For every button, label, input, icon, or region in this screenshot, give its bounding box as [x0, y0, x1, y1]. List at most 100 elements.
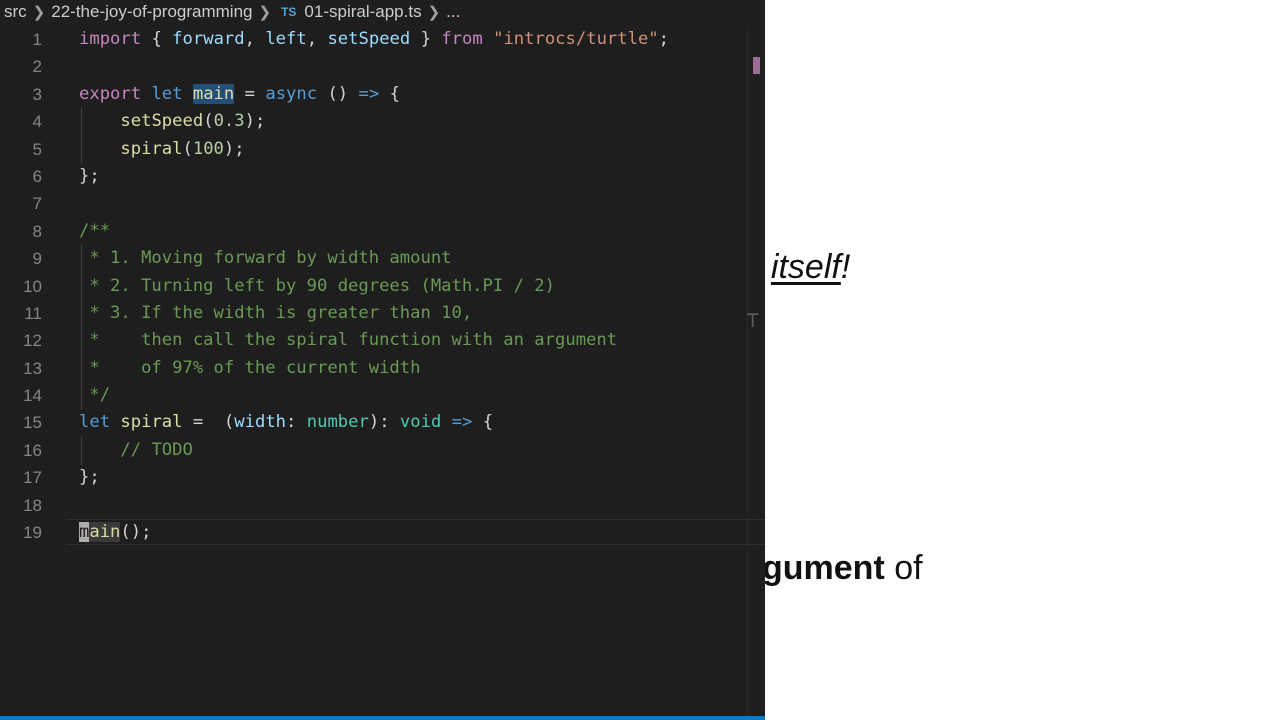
code-line[interactable]: 13 * of 97% of the current width: [0, 355, 765, 382]
token: );: [244, 111, 266, 132]
token: ,: [306, 29, 318, 49]
line-number: 3: [32, 84, 42, 104]
token: number: [306, 412, 369, 433]
token: };: [79, 165, 100, 186]
line-number: 18: [23, 495, 42, 515]
text-cursor: m: [79, 522, 90, 543]
token: async: [265, 83, 318, 104]
code-line[interactable]: 5 spiral(100);: [0, 136, 765, 163]
line-content-comment[interactable]: */: [79, 382, 110, 409]
token: left: [265, 29, 307, 49]
token: 0.3: [213, 111, 245, 132]
vertical-scrollbar[interactable]: [747, 26, 765, 716]
token: {: [151, 29, 162, 49]
code-line[interactable]: 14 */: [0, 382, 765, 409]
token: from: [441, 29, 483, 49]
status-bar-edge: [0, 716, 765, 720]
line-content[interactable]: spiral(100);: [79, 136, 244, 163]
slide-text-underlined: itself: [770, 248, 841, 286]
line-content[interactable]: import { forward, left, setSpeed } from …: [79, 26, 669, 53]
token: {: [389, 83, 400, 104]
line-number: 4: [32, 112, 42, 132]
token: setSpeed: [327, 29, 411, 49]
token: };: [79, 467, 100, 488]
line-content-comment[interactable]: /**: [79, 218, 110, 245]
line-number: 5: [32, 139, 42, 159]
token: export: [79, 83, 142, 104]
line-content[interactable]: };: [79, 464, 100, 491]
breadcrumb-symbols[interactable]: ...: [444, 2, 462, 22]
token-comment: // TODO: [120, 439, 193, 460]
token: =: [244, 83, 255, 104]
token: let: [151, 83, 183, 104]
token: ();: [120, 522, 152, 543]
line-content[interactable]: // TODO: [79, 437, 193, 464]
token: (: [203, 111, 214, 132]
code-line[interactable]: 12 * then call the spiral function with …: [0, 327, 765, 354]
line-content[interactable]: export let main = async () => {: [79, 81, 400, 108]
line-content-comment[interactable]: * 1. Moving forward by width amount: [79, 245, 451, 272]
code-line[interactable]: 8 /**: [0, 218, 765, 245]
line-number: 12: [23, 331, 42, 351]
token: (): [327, 83, 349, 104]
token: =: [192, 412, 204, 433]
breadcrumb-file[interactable]: 01-spiral-app.ts: [302, 2, 423, 22]
code-line[interactable]: 9 * 1. Moving forward by width amount: [0, 245, 765, 272]
code-line[interactable]: 3 export let main = async () => {: [0, 81, 765, 108]
code-line[interactable]: 6 };: [0, 163, 765, 190]
line-number: 1: [32, 30, 42, 49]
line-content[interactable]: setSpeed(0.3);: [79, 108, 265, 135]
line-number: 14: [23, 386, 42, 406]
slide-text-fragment: !: [840, 248, 851, 286]
token: }: [420, 29, 431, 49]
token: ):: [368, 412, 390, 433]
chevron-right-icon: ❯: [32, 4, 46, 21]
code-line[interactable]: 18: [0, 492, 765, 519]
overview-ruler-marker-icon: ⊤: [746, 308, 760, 333]
typescript-file-icon: TS: [281, 5, 297, 19]
code-line[interactable]: 7: [0, 190, 765, 217]
token: setSpeed: [120, 111, 204, 132]
breadcrumb-src[interactable]: src: [0, 2, 29, 22]
line-content-comment[interactable]: * of 97% of the current width: [79, 355, 420, 382]
token: (: [182, 138, 193, 159]
line-content-comment[interactable]: * then call the spiral function with an …: [79, 327, 617, 354]
line-number: 9: [32, 249, 42, 269]
token: (: [223, 412, 235, 433]
line-content[interactable]: };: [79, 163, 100, 190]
token: =>: [358, 83, 380, 104]
line-content[interactable]: main();: [79, 519, 151, 546]
code-editor[interactable]: src ❯ 22-the-joy-of-programming ❯ TS 01-…: [0, 0, 765, 720]
slide-text-fragment: of: [884, 549, 923, 587]
line-content-comment[interactable]: * 2. Turning left by 90 degrees (Math.PI…: [79, 273, 555, 300]
code-line[interactable]: 16 // TODO: [0, 437, 765, 464]
token: :: [286, 412, 297, 433]
breadcrumb-folder[interactable]: 22-the-joy-of-programming: [49, 2, 254, 22]
code-line[interactable]: 10 * 2. Turning left by 90 degrees (Math…: [0, 273, 765, 300]
line-number: 7: [32, 194, 42, 214]
code-line[interactable]: 1 import { forward, left, setSpeed } fro…: [0, 26, 765, 53]
line-number: 19: [23, 523, 42, 543]
slide-text-line: gument of: [765, 549, 923, 588]
line-number: 2: [32, 57, 42, 77]
line-content[interactable]: let spiral = (width: number): void => {: [79, 409, 493, 436]
chevron-right-icon: ❯: [427, 4, 441, 21]
token: 100: [192, 138, 224, 159]
token: spiral: [120, 138, 183, 159]
code-line[interactable]: 4 setSpeed(0.3);: [0, 108, 765, 135]
scrollbar-thumb[interactable]: [753, 57, 760, 74]
code-line-current[interactable]: 19 main();: [0, 519, 765, 546]
line-content-comment[interactable]: * 3. If the width is greater than 10,: [79, 300, 472, 327]
chevron-right-icon: ❯: [258, 4, 272, 21]
code-line[interactable]: 15 let spiral = (width: number): void =>…: [0, 409, 765, 436]
code-line[interactable]: 2: [0, 53, 765, 80]
line-number: 10: [23, 276, 42, 296]
presentation-slide: f itself! gument of: [765, 0, 1280, 720]
code-line[interactable]: 17 };: [0, 464, 765, 491]
slide-text-bold: gument: [765, 549, 885, 587]
token: void: [399, 412, 442, 433]
token: let: [79, 412, 111, 433]
code-line[interactable]: 11 * 3. If the width is greater than 10,: [0, 300, 765, 327]
token: ,: [244, 29, 255, 49]
code-area[interactable]: 1 import { forward, left, setSpeed } fro…: [0, 26, 765, 546]
